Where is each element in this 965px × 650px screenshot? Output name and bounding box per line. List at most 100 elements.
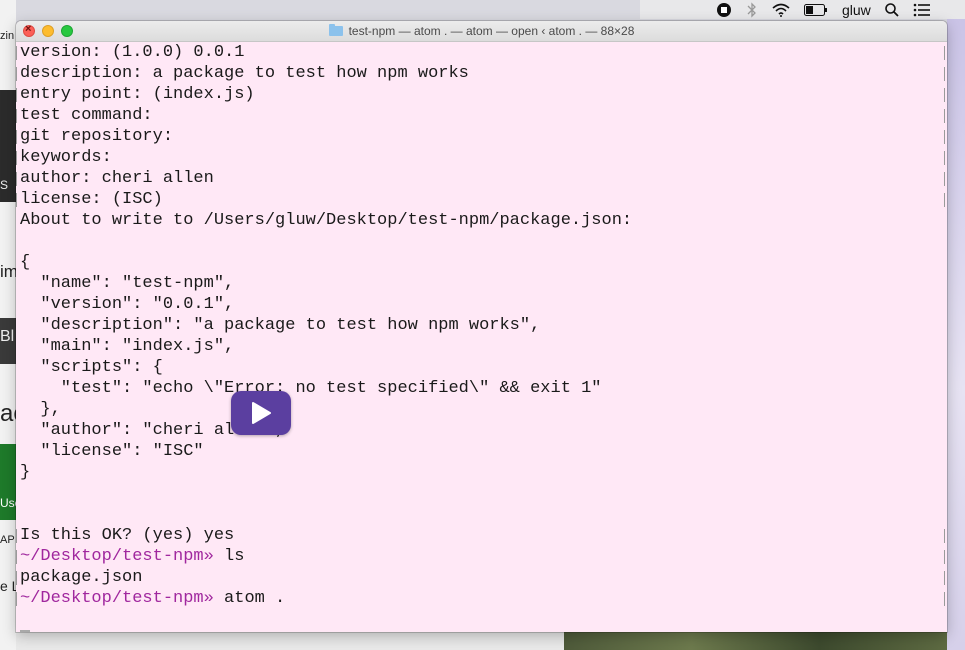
list-icon[interactable] — [913, 3, 931, 17]
line-marker — [16, 529, 17, 543]
bg-fragment: im — [0, 262, 16, 281]
terminal-line: "description": "a package to test how np… — [20, 315, 540, 336]
terminal-line: { — [20, 252, 30, 273]
line-marker — [16, 193, 17, 207]
bg-fragment: e L — [0, 578, 16, 594]
terminal-line: "name": "test-npm", — [20, 273, 234, 294]
line-marker — [944, 550, 945, 564]
terminal-line: package.json — [20, 567, 142, 588]
bg-fragment: Bl — [0, 328, 15, 345]
line-marker — [944, 130, 945, 144]
folder-icon — [328, 24, 343, 36]
bg-fragment: Use — [0, 496, 16, 510]
terminal-text: license: (ISC) — [20, 190, 163, 209]
terminal-text: git repository: — [20, 127, 174, 146]
play-button[interactable] — [231, 391, 291, 435]
line-marker — [944, 571, 945, 585]
line-marker — [16, 172, 17, 186]
line-marker — [944, 172, 945, 186]
terminal-window: test-npm — atom . — atom — open ‹ atom .… — [16, 21, 947, 632]
terminal-line: "main": "index.js", — [20, 336, 234, 357]
terminal-line: git repository: — [20, 126, 173, 147]
title-bar[interactable]: test-npm — atom . — atom — open ‹ atom .… — [16, 21, 947, 42]
terminal-line: Is this OK? (yes) yes — [20, 525, 234, 546]
background-window-left: zin S im Bl ac Use AP e L — [0, 0, 16, 650]
terminal-text: author: cheri allen — [20, 169, 214, 188]
battery-icon[interactable] — [804, 3, 828, 16]
wifi-icon[interactable] — [772, 3, 790, 17]
terminal-cursor — [20, 630, 30, 632]
zoom-button[interactable] — [61, 25, 73, 37]
terminal-line: } — [20, 462, 30, 483]
terminal-line: "version": "0.0.1", — [20, 294, 234, 315]
terminal-output[interactable]: version: (1.0.0) 0.0.1 description: a pac… — [16, 42, 947, 632]
bg-fragment: AP — [0, 534, 15, 546]
terminal-text: "main": "index.js", — [20, 337, 235, 356]
minimize-button[interactable] — [42, 25, 54, 37]
terminal-line: test command: — [20, 105, 153, 126]
terminal-text: test command: — [20, 106, 153, 125]
line-marker — [944, 592, 945, 606]
shell-prompt: ~/Desktop/test-npm» — [20, 589, 214, 608]
terminal-text: { — [20, 253, 31, 272]
line-marker — [16, 151, 17, 165]
window-title: test-npm — atom . — atom — open ‹ atom .… — [348, 24, 635, 38]
terminal-line: version: (1.0.0) 0.0.1 — [20, 42, 244, 63]
terminal-line: About to write to /Users/gluw/Desktop/te… — [20, 210, 632, 231]
line-marker — [16, 88, 17, 102]
terminal-line: "scripts": { — [20, 357, 163, 378]
terminal-text: "license": "ISC" — [20, 442, 204, 461]
terminal-text: "description": "a package to test how np… — [20, 316, 541, 335]
terminal-line: author: cheri allen — [20, 168, 214, 189]
line-marker — [16, 571, 17, 585]
background-window-bottom — [16, 632, 947, 650]
terminal-text: "name": "test-npm", — [20, 274, 235, 293]
window-controls — [23, 23, 73, 37]
terminal-text: atom . — [213, 589, 286, 608]
terminal-text: "scripts": { — [20, 358, 163, 377]
terminal-text: }, — [20, 400, 61, 419]
search-icon[interactable] — [884, 2, 899, 17]
terminal-line: ~/Desktop/test-npm» ls — [20, 546, 244, 567]
line-marker — [16, 592, 17, 606]
line-marker — [944, 88, 945, 102]
line-marker — [944, 109, 945, 123]
terminal-text: entry point: (index.js) — [20, 85, 255, 104]
play-icon — [252, 402, 271, 424]
line-marker — [944, 67, 945, 81]
terminal-line: keywords: — [20, 147, 112, 168]
window-title-group: test-npm — atom . — atom — open ‹ atom .… — [328, 24, 635, 38]
terminal-text: version: (1.0.0) 0.0.1 — [20, 43, 245, 62]
desktop-wallpaper — [947, 0, 965, 650]
terminal-text: ls — [213, 547, 245, 566]
terminal-text: "version": "0.0.1", — [20, 295, 235, 314]
line-marker — [16, 550, 17, 564]
terminal-text: About to write to /Users/gluw/Desktop/te… — [20, 211, 633, 230]
bg-fragment: S — [0, 178, 9, 192]
line-marker — [16, 109, 17, 123]
terminal-text: description: a package to test how npm w… — [20, 64, 469, 83]
line-marker — [16, 67, 17, 81]
user-name[interactable]: gluw — [842, 2, 871, 18]
terminal-text: } — [20, 463, 31, 482]
line-marker — [16, 130, 17, 144]
terminal-text: "test": "echo \"Error: no test specified… — [20, 379, 602, 398]
menu-bar: gluw — [640, 0, 965, 19]
terminal-line: "test": "echo \"Error: no test specified… — [20, 378, 602, 399]
bg-fragment: ac — [0, 400, 16, 427]
close-button[interactable] — [23, 23, 35, 37]
terminal-line: ~/Desktop/test-npm» atom . — [20, 588, 285, 609]
line-marker — [944, 193, 945, 207]
bg-fragment: zin — [0, 30, 15, 42]
terminal-text: keywords: — [20, 148, 112, 167]
line-marker — [944, 46, 945, 60]
bluetooth-icon[interactable] — [746, 1, 758, 18]
terminal-line: license: (ISC) — [20, 189, 163, 210]
terminal-line: }, — [20, 399, 61, 420]
terminal-text: Is this OK? (yes) yes — [20, 526, 235, 545]
terminal-line: "license": "ISC" — [20, 441, 204, 462]
terminal-line: description: a package to test how npm w… — [20, 63, 469, 84]
background-photo — [564, 632, 947, 650]
record-icon[interactable] — [716, 2, 732, 18]
line-marker — [944, 151, 945, 165]
